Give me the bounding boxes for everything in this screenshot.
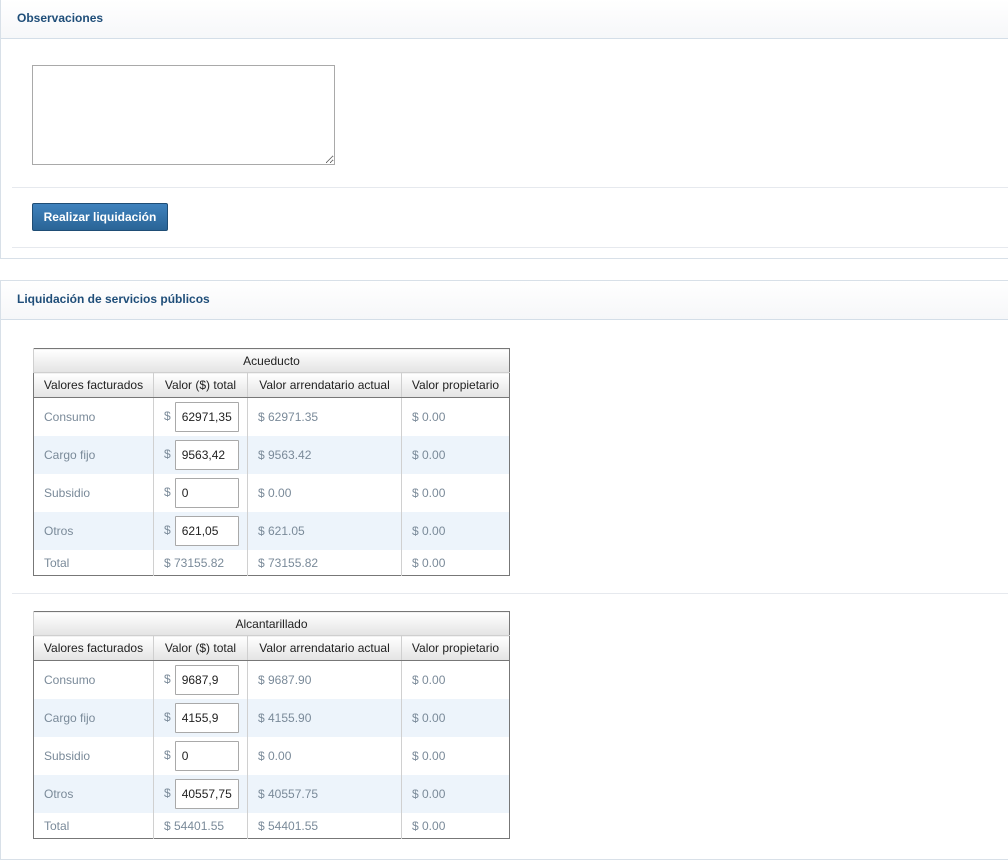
row-label: Subsidio	[44, 749, 91, 763]
total-valor: $ 54401.55	[153, 813, 248, 839]
valor-arrendatario: $ 62971.35	[247, 397, 402, 436]
liquidacion-title: Liquidación de servicios públicos	[17, 292, 210, 306]
col-valor-propietario: Valor propietario	[401, 635, 510, 661]
total-row: Total $ 54401.55 $ 54401.55 $ 0.00	[34, 813, 510, 839]
alcantarillado-table: Alcantarillado Valores facturados Valor …	[33, 611, 510, 839]
alcantarillado-title: Alcantarillado	[33, 611, 510, 636]
row-label: Subsidio	[44, 486, 91, 500]
row-label: Consumo	[44, 673, 96, 687]
row-label: Cargo fijo	[33, 699, 154, 737]
valor-propietario: $ 0.00	[401, 699, 510, 737]
valor-propietario: $ 0.00	[401, 775, 510, 813]
total-arrendatario: $ 73155.82	[247, 550, 402, 576]
row-label: Otros	[33, 512, 154, 550]
valor-arrendatario: $ 9687.90	[247, 660, 402, 699]
realizar-liquidacion-button[interactable]: Realizar liquidación	[32, 203, 168, 231]
otros-input[interactable]	[174, 516, 239, 546]
acueducto-title: Acueducto	[33, 348, 510, 373]
liquidacion-header: Liquidación de servicios públicos	[1, 281, 1008, 320]
valor-propietario: $ 0.00	[401, 436, 510, 474]
currency-symbol: $	[164, 672, 171, 687]
valor-propietario: $ 0.00	[401, 512, 510, 550]
currency-symbol: $	[164, 447, 171, 462]
divider	[12, 593, 1008, 594]
valor-propietario: $ 0.00	[401, 737, 510, 775]
total-arrendatario: $ 54401.55	[247, 813, 402, 839]
currency-symbol: $	[164, 786, 171, 801]
table-row: Consumo $ $ 62971.35 $ 0.00	[34, 397, 510, 436]
col-valor-total: Valor ($) total	[153, 372, 248, 398]
valor-propietario: $ 0.00	[401, 397, 510, 436]
cargo-fijo-input[interactable]	[174, 440, 239, 470]
row-label: Otros	[33, 775, 154, 813]
otros-input[interactable]	[174, 779, 239, 809]
table-row: Subsidio $ $ 0.00 $ 0.00	[34, 737, 510, 775]
total-label: Total	[44, 555, 70, 570]
table-row: Cargo fijo $ $ 4155.90 $ 0.00	[33, 699, 510, 737]
col-valores-facturados: Valores facturados	[33, 635, 154, 661]
col-valor-arrendatario: Valor arrendatario actual	[247, 635, 402, 661]
valor-propietario: $ 0.00	[401, 474, 510, 512]
divider	[12, 247, 1008, 248]
consumo-input[interactable]	[174, 665, 239, 695]
total-row: Total $ 73155.82 $ 73155.82 $ 0.00	[34, 550, 510, 576]
row-label: Consumo	[44, 410, 96, 424]
subsidio-input[interactable]	[174, 741, 239, 771]
row-label: Cargo fijo	[33, 436, 154, 474]
table-row: Otros $ $ 621.05 $ 0.00	[33, 512, 510, 550]
table-row: Subsidio $ $ 0.00 $ 0.00	[34, 474, 510, 512]
col-valor-total: Valor ($) total	[153, 635, 248, 661]
valor-arrendatario: $ 0.00	[247, 737, 402, 775]
acueducto-table: Acueducto Valores facturados Valor ($) t…	[33, 348, 510, 576]
valor-propietario: $ 0.00	[401, 660, 510, 699]
table-row: Consumo $ $ 9687.90 $ 0.00	[34, 660, 510, 699]
total-propietario: $ 0.00	[401, 813, 510, 839]
cargo-fijo-input[interactable]	[174, 703, 239, 733]
total-label: Total	[44, 818, 70, 833]
currency-symbol: $	[164, 710, 171, 725]
table-row: Otros $ $ 40557.75 $ 0.00	[33, 775, 510, 813]
total-propietario: $ 0.00	[401, 550, 510, 576]
valor-arrendatario: $ 9563.42	[247, 436, 402, 474]
table-row: Cargo fijo $ $ 9563.42 $ 0.00	[33, 436, 510, 474]
valor-arrendatario: $ 621.05	[247, 512, 402, 550]
valor-arrendatario: $ 4155.90	[247, 699, 402, 737]
total-valor: $ 73155.82	[153, 550, 248, 576]
observaciones-panel: Observaciones Realizar liquidación	[0, 0, 1008, 259]
currency-symbol: $	[164, 485, 171, 500]
col-valor-propietario: Valor propietario	[401, 372, 510, 398]
observaciones-textarea[interactable]	[32, 65, 335, 165]
currency-symbol: $	[164, 409, 171, 424]
subsidio-input[interactable]	[174, 478, 239, 508]
currency-symbol: $	[164, 748, 171, 763]
observaciones-title: Observaciones	[17, 11, 104, 25]
divider	[12, 187, 1008, 188]
observaciones-header: Observaciones	[1, 0, 1008, 39]
currency-symbol: $	[164, 523, 171, 538]
consumo-input[interactable]	[174, 402, 239, 432]
valor-arrendatario: $ 40557.75	[247, 775, 402, 813]
col-valores-facturados: Valores facturados	[33, 372, 154, 398]
col-valor-arrendatario: Valor arrendatario actual	[247, 372, 402, 398]
liquidacion-panel: Liquidación de servicios públicos Acuedu…	[0, 280, 1008, 860]
valor-arrendatario: $ 0.00	[247, 474, 402, 512]
